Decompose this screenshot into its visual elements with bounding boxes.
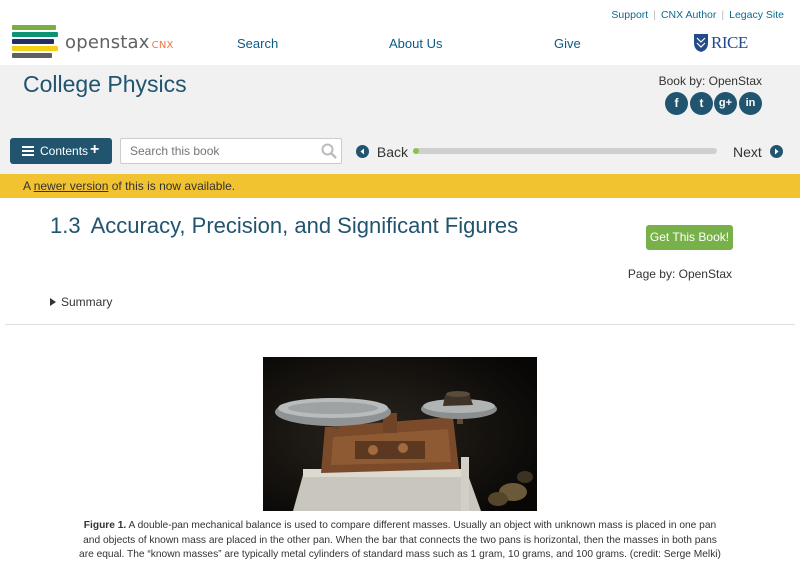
contents-label: Contents <box>40 144 89 158</box>
nav-give[interactable]: Give <box>554 36 581 51</box>
balance-photo <box>263 357 537 511</box>
book-author: Book by: OpenStax <box>658 74 762 88</box>
progress-fill <box>413 148 419 154</box>
google-plus-icon[interactable]: g+ <box>714 92 737 115</box>
plus-icon: + <box>90 141 100 158</box>
logo-books-icon <box>12 24 58 58</box>
cnx-author-link[interactable]: CNX Author <box>656 9 721 21</box>
arrow-right-icon <box>769 145 783 158</box>
site-header: openstax CNX Support | CNX Author | Legacy Si… <box>0 0 800 65</box>
reading-progress-bar <box>413 148 717 154</box>
figure-caption-text: A double-pan mechanical balance is used … <box>79 520 721 560</box>
page-author: Page by: OpenStax <box>627 267 732 281</box>
next-button[interactable]: Next <box>733 144 783 160</box>
figure-caption: Figure 1. A double-pan mechanical balanc… <box>75 519 725 563</box>
figure-label: Figure 1. <box>83 520 127 531</box>
contents-button[interactable]: Contents + <box>10 138 112 164</box>
support-link[interactable]: Support <box>606 9 653 21</box>
get-this-book-button[interactable]: Get This Book! <box>646 225 733 250</box>
newer-version-notice: A newer version of this is now available… <box>0 174 800 198</box>
newer-version-link[interactable]: newer version <box>34 179 109 193</box>
page-title: 1.3 Accuracy, Precision, and Significant … <box>50 213 518 239</box>
summary-toggle[interactable]: Summary <box>50 295 112 309</box>
book-header: College Physics Book by: OpenStax f t g+… <box>0 65 800 130</box>
book-toolbar: Contents + Back Next <box>0 130 800 174</box>
legacy-site-link[interactable]: Legacy Site <box>724 9 789 21</box>
arrow-left-icon <box>356 145 369 158</box>
rice-shield-icon <box>694 34 708 52</box>
nav-search[interactable]: Search <box>237 36 278 51</box>
list-icon <box>22 146 34 156</box>
twitter-icon[interactable]: t <box>690 92 713 115</box>
search-icon[interactable] <box>321 143 337 159</box>
search-book-input[interactable] <box>120 138 342 164</box>
openstax-cnx-logo[interactable]: openstax CNX <box>12 24 174 58</box>
book-title[interactable]: College Physics <box>23 71 187 98</box>
linkedin-icon[interactable]: in <box>739 92 762 115</box>
triangle-right-icon <box>50 298 56 306</box>
back-button[interactable]: Back <box>356 144 408 160</box>
logo-text: openstax CNX <box>65 32 174 53</box>
rice-logo[interactable]: RICE <box>693 32 753 54</box>
utility-links: Support | CNX Author | Legacy Site <box>606 9 789 21</box>
section-number: 1.3 <box>50 213 81 238</box>
section-title: Accuracy, Precision, and Significant Fig… <box>90 213 519 238</box>
nav-about-us[interactable]: About Us <box>389 36 442 51</box>
facebook-icon[interactable]: f <box>665 92 688 115</box>
divider <box>5 324 795 325</box>
